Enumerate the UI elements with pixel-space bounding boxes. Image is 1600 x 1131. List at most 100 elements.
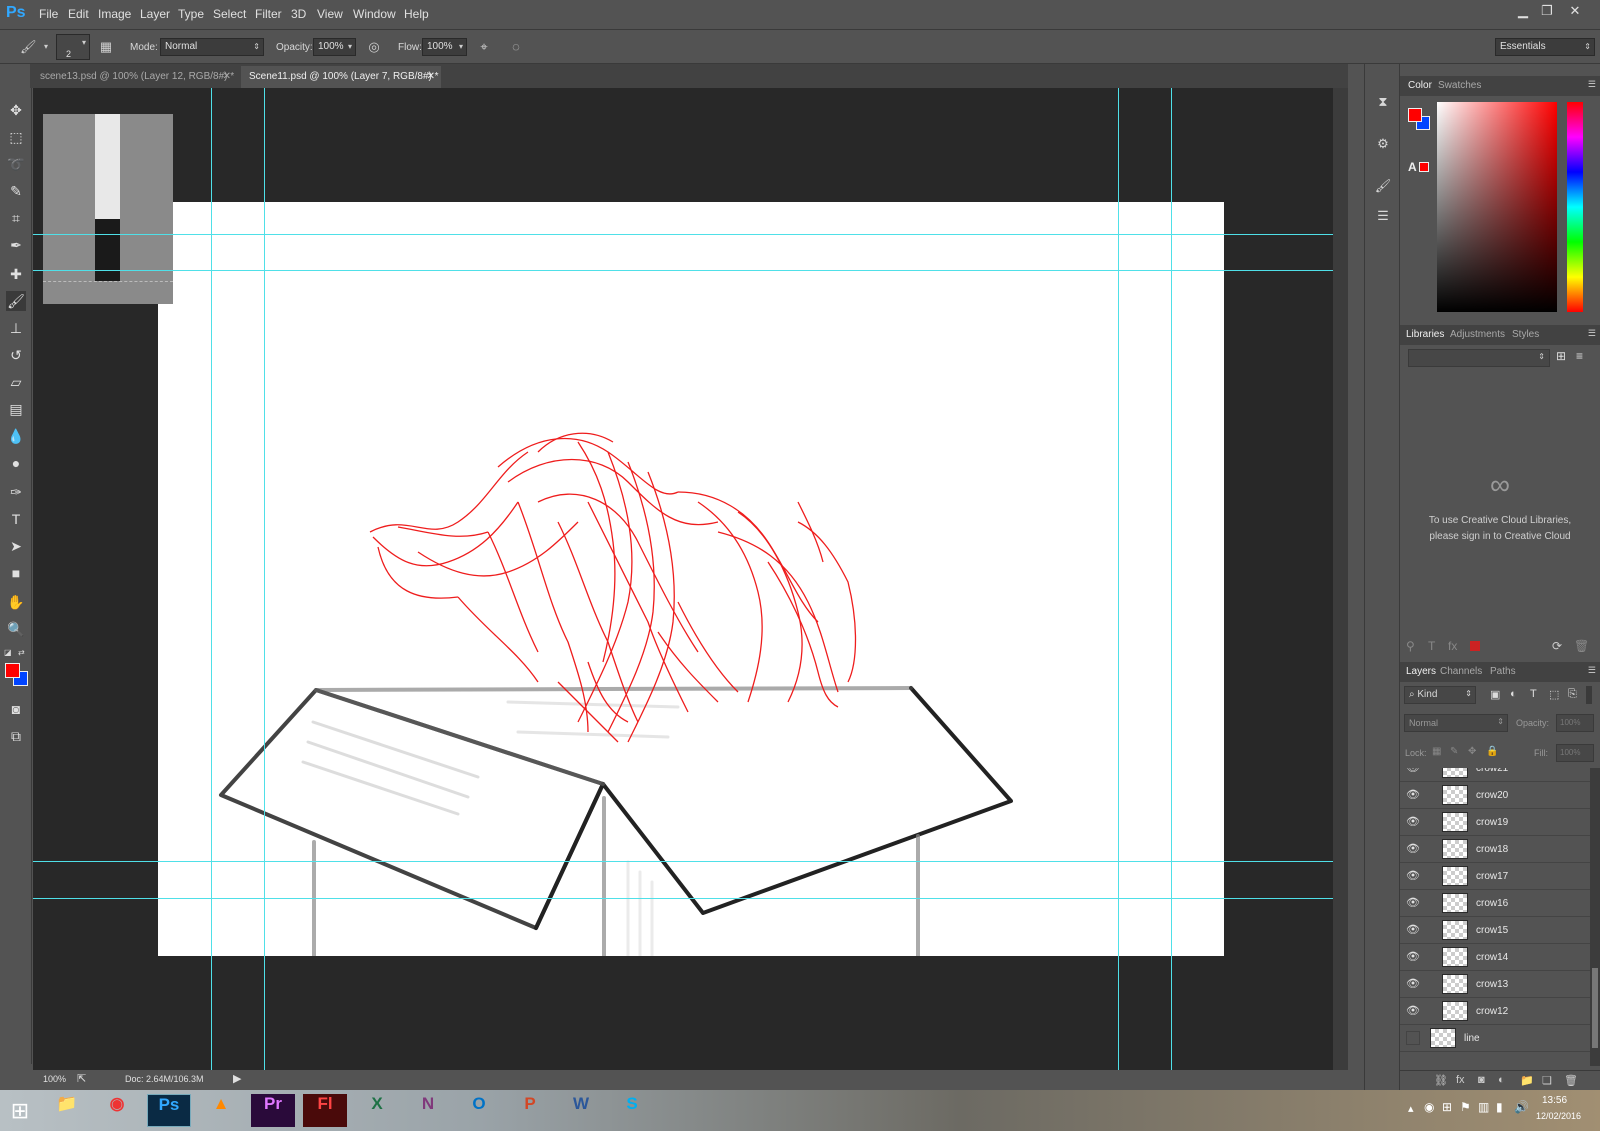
vertical-scrollbar[interactable] [1333, 88, 1348, 1070]
quick-mask-icon[interactable]: ◙ [6, 699, 26, 719]
adjustment-layer-icon[interactable]: ◐ [1498, 1074, 1505, 1086]
menu-filter[interactable]: Filter [255, 7, 282, 21]
menu-window[interactable]: Window [353, 7, 396, 21]
layer-row[interactable]: 👁 crow13 [1400, 971, 1590, 998]
foreground-color-swatch[interactable] [1408, 108, 1422, 122]
lock-all-icon[interactable]: 🔒 [1486, 746, 1498, 757]
filter-shape-icon[interactable]: ⬚ [1549, 688, 1559, 701]
panel-menu-icon[interactable]: ☰ [1588, 79, 1596, 90]
guide-horizontal[interactable] [33, 898, 1348, 899]
add-character-style-icon[interactable]: T [1428, 639, 1435, 653]
rectangle-tool-icon[interactable]: ■ [6, 563, 26, 583]
zoom-tool-icon[interactable]: 🔍 [6, 619, 26, 639]
brush-tool-icon[interactable]: 🖌 [6, 291, 26, 311]
windows-tray-icon[interactable]: ⊞ [1442, 1100, 1452, 1114]
clone-stamp-tool-icon[interactable]: ⊥ [6, 318, 26, 338]
menu-help[interactable]: Help [404, 7, 429, 21]
chevron-down-icon[interactable]: ▾ [38, 39, 54, 55]
menu-type[interactable]: Type [178, 7, 204, 21]
steam-tray-icon[interactable]: ◉ [1424, 1100, 1434, 1114]
layer-row[interactable]: 👁 crow18 [1400, 836, 1590, 863]
filter-toggle[interactable] [1586, 686, 1592, 704]
zoom-level[interactable]: 100% [43, 1074, 66, 1084]
premiere-icon[interactable]: Pr [251, 1094, 295, 1127]
hue-slider[interactable] [1567, 102, 1583, 312]
layer-row[interactable]: line [1400, 1025, 1590, 1052]
eye-icon[interactable]: 👁 [1406, 923, 1420, 937]
minimize-icon[interactable]: ▁ [1512, 2, 1534, 20]
flow-field[interactable]: 100% ▾ [422, 38, 467, 56]
foreground-color-swatch[interactable] [5, 663, 20, 678]
pen-tool-icon[interactable]: ✑ [6, 482, 26, 502]
link-layers-icon[interactable]: ⛓ [1434, 1074, 1448, 1087]
close-window-icon[interactable]: ✕ [1564, 2, 1586, 20]
power-icon[interactable]: ▮ [1496, 1100, 1503, 1114]
default-colors-icon[interactable]: ◪ [4, 648, 12, 657]
layer-row[interactable]: 👁 crow16 [1400, 890, 1590, 917]
tab-scene13[interactable]: scene13.psd @ 100% (Layer 12, RGB/8#) * … [32, 66, 237, 88]
add-graphic-icon[interactable]: ⚲ [1406, 639, 1415, 653]
eye-icon[interactable]: 👁 [1406, 768, 1420, 775]
layer-opacity-field[interactable]: 100% [1556, 714, 1594, 732]
gamut-swatch[interactable] [1419, 162, 1429, 172]
move-tool-icon[interactable]: ✥ [6, 100, 26, 120]
close-tab-icon[interactable]: ✕ [223, 66, 231, 88]
guide-horizontal[interactable] [33, 234, 1348, 235]
brush-panel-icon[interactable]: 🖌 [1373, 176, 1393, 196]
layer-row[interactable]: 👁 crow12 [1400, 998, 1590, 1025]
windows-start-icon[interactable]: ⊞ [6, 1098, 34, 1124]
workspace-select[interactable]: Essentials ⇕ [1495, 38, 1595, 56]
crop-tool-icon[interactable]: ⌗ [6, 208, 26, 228]
new-layer-icon[interactable]: ❏ [1542, 1074, 1552, 1087]
guide-vertical[interactable] [1118, 88, 1119, 1070]
brush-tool-preset-icon[interactable]: 🖌 [20, 39, 37, 55]
lock-pixels-icon[interactable]: ✎ [1450, 746, 1458, 757]
menu-edit[interactable]: Edit [68, 7, 89, 21]
list-view-icon[interactable]: ≡ [1576, 349, 1592, 365]
eye-hidden-icon[interactable] [1406, 1031, 1420, 1045]
action-center-flag-icon[interactable]: ⚑ [1460, 1100, 1471, 1114]
menu-view[interactable]: View [317, 7, 343, 21]
eraser-tool-icon[interactable]: ▱ [6, 372, 26, 392]
layer-mask-icon[interactable]: ◙ [1478, 1074, 1485, 1086]
tab-layers[interactable]: Layers [1406, 666, 1436, 677]
color-field[interactable] [1437, 102, 1557, 312]
guide-horizontal[interactable] [33, 861, 1348, 862]
opacity-field[interactable]: 100% ▾ [313, 38, 356, 56]
eye-icon[interactable]: 👁 [1406, 977, 1420, 991]
tray-expand-icon[interactable]: ▴ [1408, 1102, 1414, 1115]
menu-3d[interactable]: 3D [291, 7, 306, 21]
play-arrow-icon[interactable]: ▶ [233, 1072, 241, 1085]
layer-row[interactable]: 👁 crow21 [1400, 768, 1590, 782]
canvas-area[interactable] [33, 88, 1348, 1070]
guide-vertical[interactable] [211, 88, 212, 1070]
guide-vertical[interactable] [1171, 88, 1172, 1070]
lock-position-icon[interactable]: ✥ [1468, 746, 1476, 757]
quick-selection-tool-icon[interactable]: ✎ [6, 181, 26, 201]
volume-icon[interactable]: 🔊 [1514, 1100, 1529, 1114]
tab-channels[interactable]: Channels [1440, 666, 1482, 677]
properties-panel-icon[interactable]: ⚙ [1373, 134, 1393, 154]
tab-scene11[interactable]: Scene11.psd @ 100% (Layer 7, RGB/8#) * ✕ [241, 66, 441, 88]
cc-sync-icon[interactable]: ⟳ [1552, 639, 1562, 653]
excel-icon[interactable]: X [355, 1094, 399, 1127]
flash-icon[interactable]: Fl [303, 1094, 347, 1127]
menu-select[interactable]: Select [213, 7, 246, 21]
tab-adjustments[interactable]: Adjustments [1450, 329, 1505, 340]
file-explorer-icon[interactable]: 📁 [45, 1094, 89, 1127]
dodge-tool-icon[interactable]: ● [6, 453, 26, 473]
layer-row[interactable]: 👁 crow14 [1400, 944, 1590, 971]
eyedropper-tool-icon[interactable]: ✒ [6, 235, 26, 255]
lasso-tool-icon[interactable]: ➰ [6, 154, 26, 174]
tab-color[interactable]: Color [1408, 80, 1432, 91]
chrome-icon[interactable]: ◉ [95, 1094, 139, 1127]
type-tool-icon[interactable]: T [6, 509, 26, 529]
filter-pixel-icon[interactable]: ▣ [1490, 688, 1500, 701]
add-color-icon[interactable] [1470, 641, 1480, 651]
lock-transparent-icon[interactable]: ▦ [1432, 746, 1441, 757]
eye-icon[interactable]: 👁 [1406, 842, 1420, 856]
add-layer-style-icon[interactable]: fx [1448, 639, 1457, 653]
library-select[interactable]: ⇕ [1408, 349, 1550, 367]
layer-row[interactable]: 👁 crow20 [1400, 782, 1590, 809]
layer-style-icon[interactable]: fx [1456, 1074, 1465, 1086]
